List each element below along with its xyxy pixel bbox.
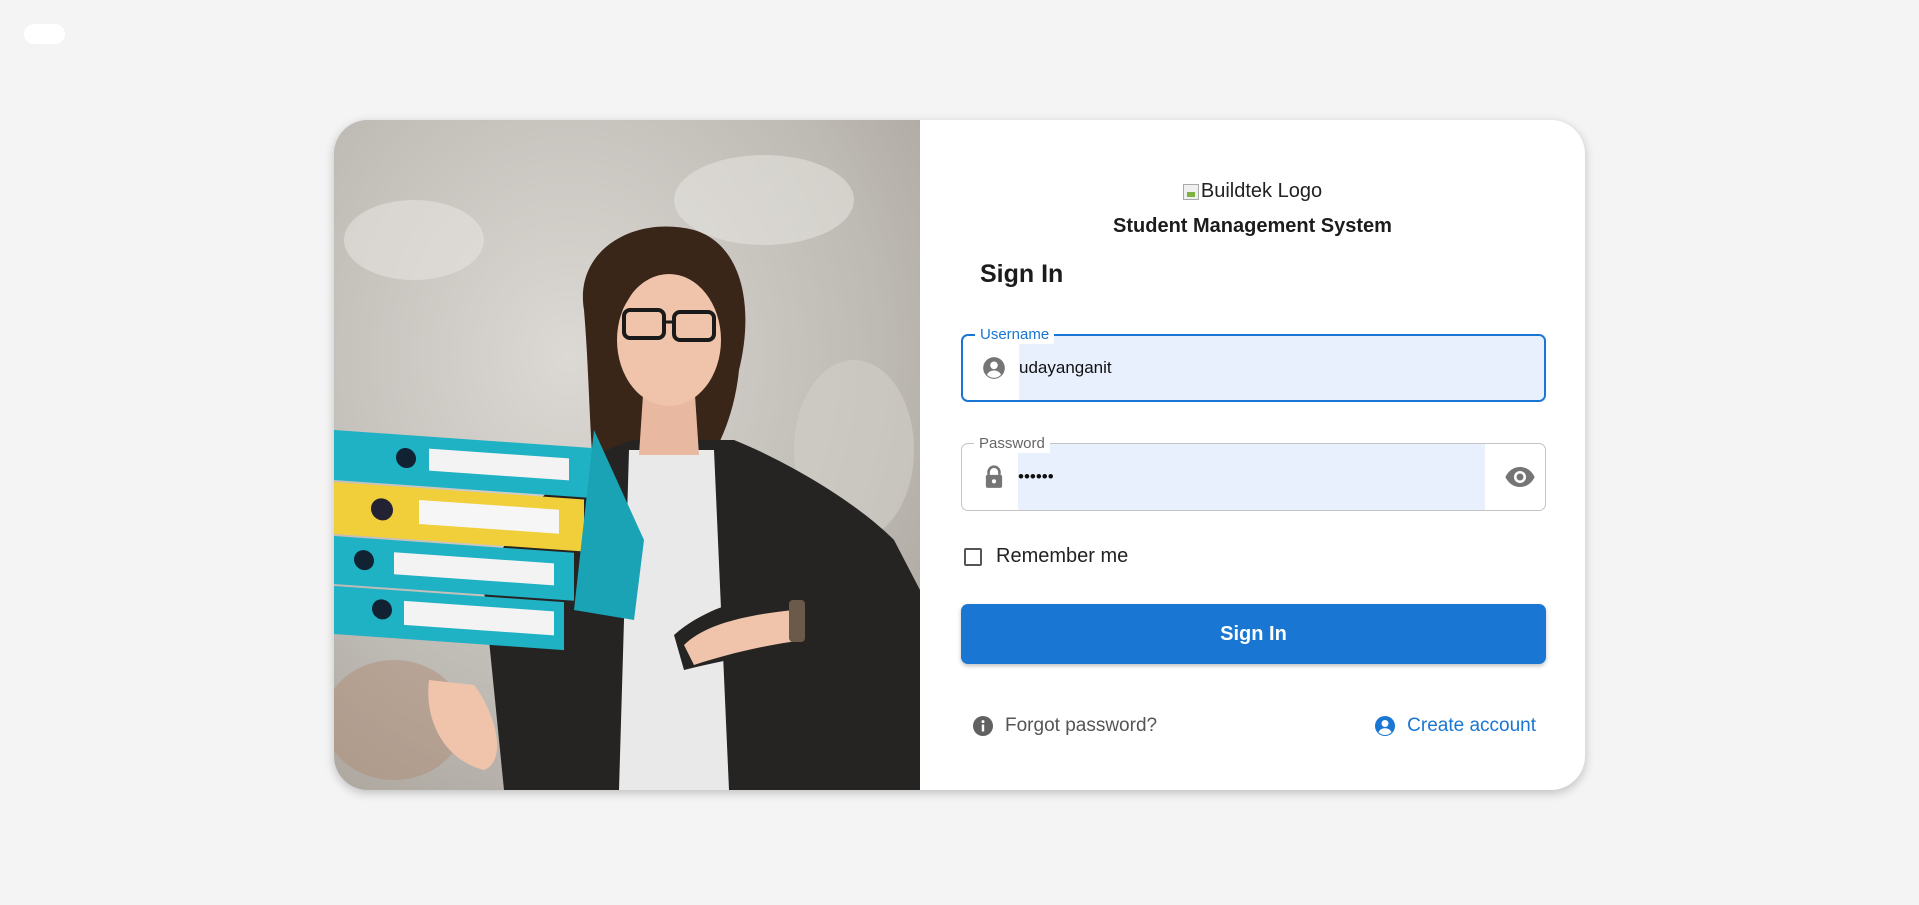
- password-field[interactable]: Password: [961, 435, 1546, 511]
- eye-icon[interactable]: [1504, 461, 1536, 493]
- remember-me-label[interactable]: Remember me: [996, 545, 1128, 568]
- lock-icon: [985, 465, 1003, 488]
- account-circle-icon: [1375, 716, 1396, 736]
- corner-widget[interactable]: [24, 24, 65, 44]
- remember-me[interactable]: Remember me: [961, 545, 1128, 568]
- logo: Buildtek Logo: [920, 180, 1585, 203]
- sign-in-button[interactable]: Sign In: [961, 604, 1546, 664]
- username-field[interactable]: Username: [961, 326, 1546, 402]
- remember-me-checkbox[interactable]: [964, 547, 982, 566]
- login-card: Buildtek Logo Student Management System …: [334, 120, 1585, 790]
- logo-alt-text: Buildtek Logo: [1200, 180, 1323, 202]
- forgot-password-text[interactable]: Forgot password?: [1005, 715, 1157, 737]
- form-panel: Buildtek Logo Student Management System …: [920, 120, 1585, 790]
- app-title: Student Management System: [1113, 215, 1392, 237]
- footer-links: Forgot password? Create account: [961, 714, 1546, 738]
- create-account-text[interactable]: Create account: [1407, 715, 1536, 737]
- create-account-link[interactable]: Create account: [1363, 714, 1546, 738]
- broken-image-icon: [1182, 183, 1199, 200]
- sign-in-heading: Sign In: [980, 260, 1064, 288]
- account-circle-icon: [983, 357, 1005, 379]
- username-input[interactable]: [1019, 336, 1544, 400]
- hero-photo: [334, 120, 920, 790]
- forgot-password-link[interactable]: Forgot password?: [961, 714, 1167, 738]
- info-icon: [973, 716, 993, 736]
- password-input[interactable]: [1018, 444, 1485, 510]
